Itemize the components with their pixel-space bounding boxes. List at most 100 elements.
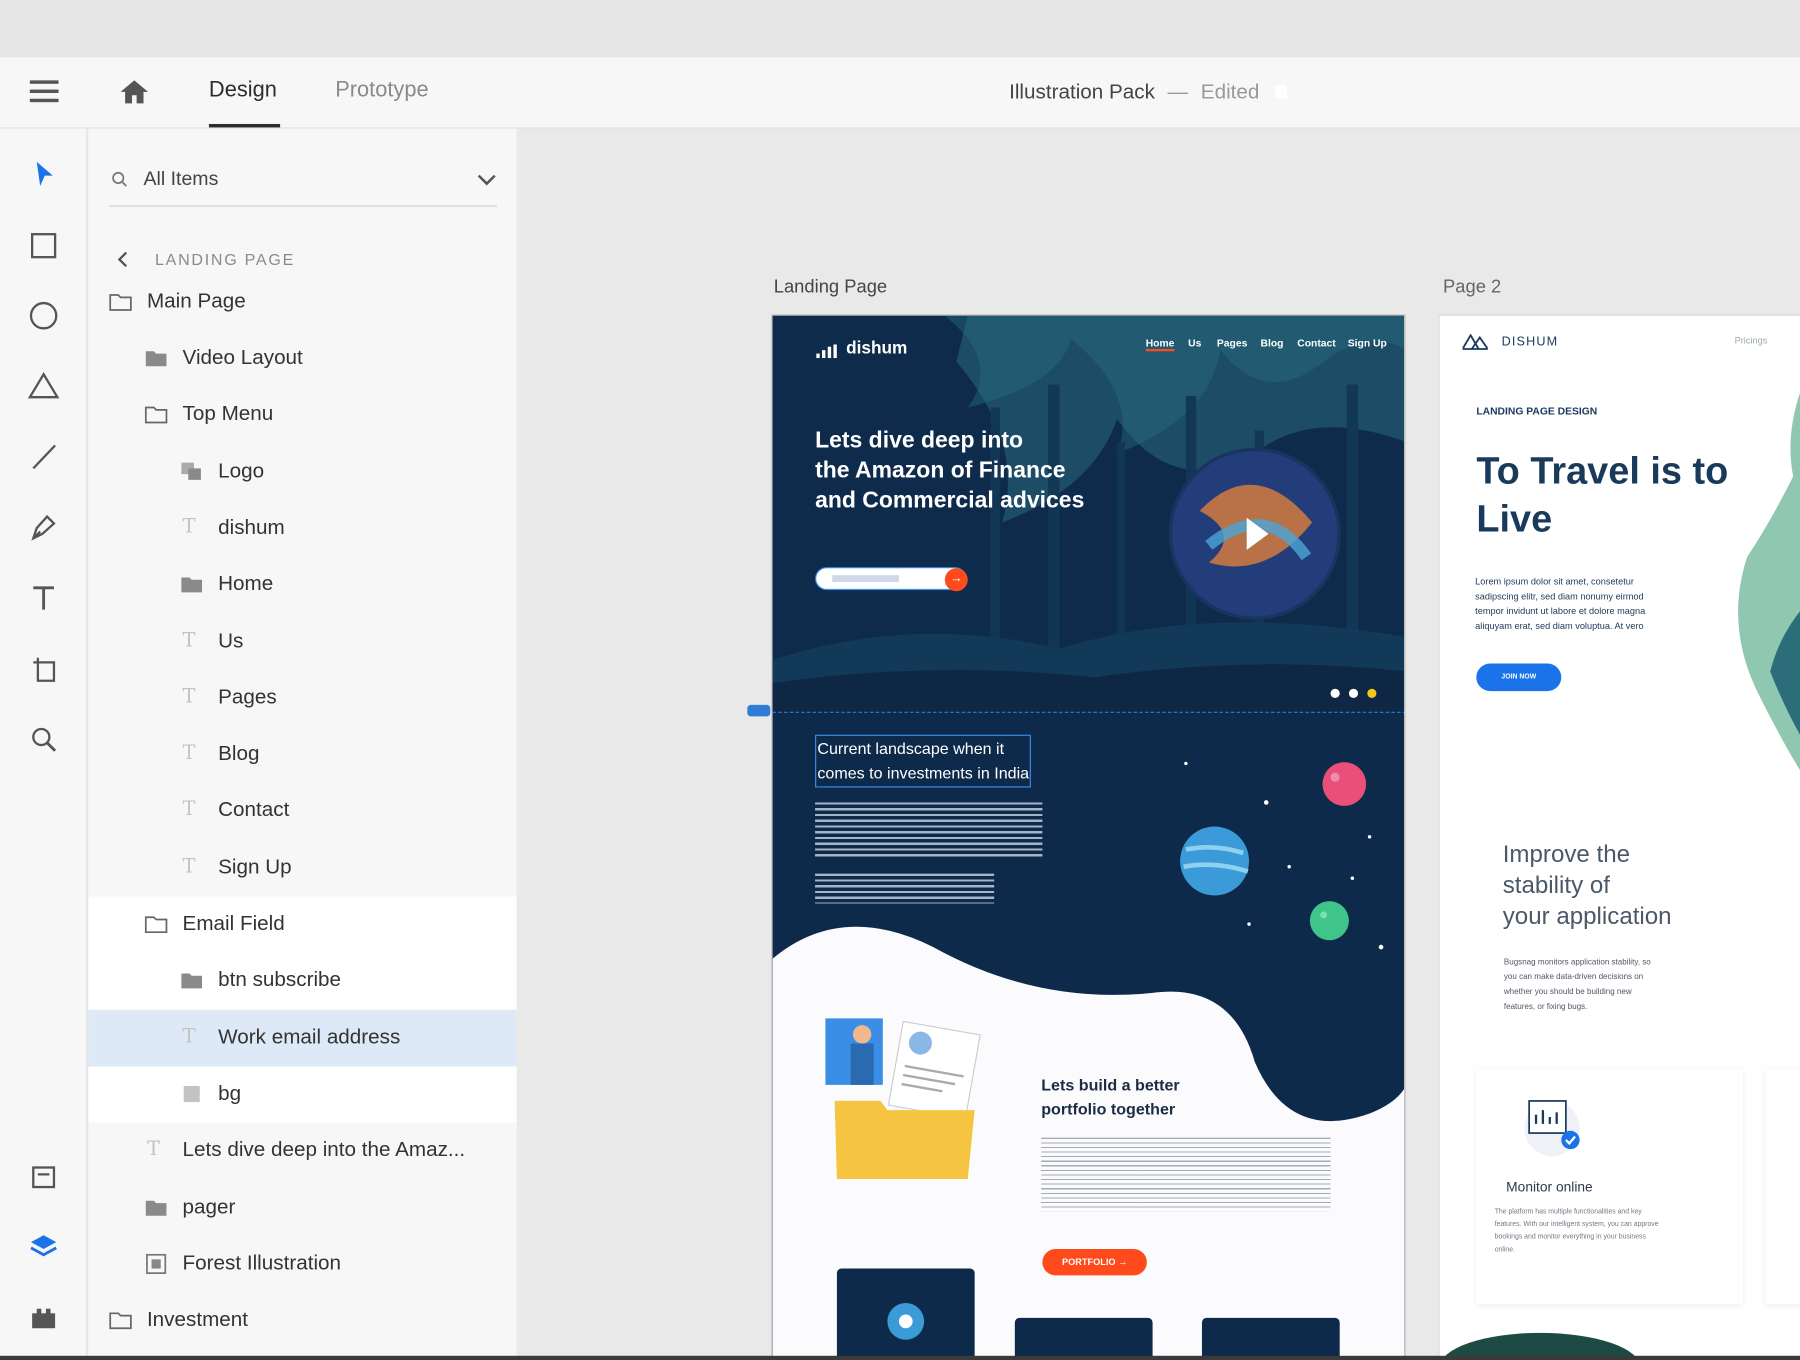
layer-label: Contact — [218, 797, 290, 821]
layer-row[interactable]: bg — [88, 1066, 517, 1123]
layer-label: Main Page — [146, 289, 246, 313]
layer-row[interactable]: pager — [88, 1180, 516, 1236]
section-title: Current landscape when it comes to inves… — [815, 734, 1032, 788]
layer-row[interactable]: Investment — [88, 1293, 516, 1349]
chevron-down-icon[interactable] — [476, 171, 497, 187]
pen-icon[interactable] — [25, 509, 62, 546]
layer-row[interactable]: T Blog — [88, 727, 516, 783]
folder-filled-icon — [145, 348, 168, 369]
zoom-icon[interactable] — [25, 721, 62, 758]
layer-row[interactable]: T Lets dive deep into the Amaz... — [88, 1123, 516, 1179]
select-icon[interactable] — [25, 156, 62, 193]
brand-name: DISHUM — [1501, 335, 1559, 349]
document-status: Edited — [1200, 80, 1260, 104]
layer-row[interactable]: Top Menu — [88, 387, 516, 443]
layer-row[interactable]: Video Layout — [88, 331, 516, 387]
layer-row[interactable]: T Contact — [88, 783, 516, 839]
layer-label: Home — [218, 571, 274, 595]
search-icon — [111, 171, 127, 187]
folder-outline-icon — [109, 292, 132, 313]
artboard-page-2[interactable]: DISHUM Pricings LANDING PAGE DESIGN To T… — [1438, 314, 1800, 1360]
hero-title: Lets dive deep into the Amazon of Financ… — [815, 426, 1084, 516]
card-body-line: online. — [1494, 1246, 1516, 1254]
hero-body-line: Lorem ipsum dolor sit amet, consetetur — [1475, 576, 1634, 587]
layer-row[interactable]: Email Field — [88, 896, 517, 953]
folder-outline-icon — [109, 1310, 132, 1331]
layer-filter[interactable]: All Items — [109, 161, 498, 207]
rectangle-layer-icon — [180, 1084, 203, 1105]
os-title-bar — [0, 0, 1800, 58]
status-dot-icon — [1275, 84, 1287, 99]
layer-row[interactable]: Forest Illustration — [88, 1236, 516, 1292]
layer-row[interactable]: Home — [88, 557, 516, 613]
text-layer-icon: T — [182, 797, 196, 821]
card-body-line: The platform has multiple functionalitie… — [1494, 1208, 1642, 1216]
hero-body-line: aliquyam erat, sed diam voluptua. At ver… — [1475, 621, 1644, 632]
nav-item-contact: Contact — [1297, 337, 1336, 349]
image-layer-icon — [145, 1253, 168, 1275]
plugins-icon[interactable] — [25, 1300, 62, 1337]
feature-body-line: Bugsnag monitors application stability, … — [1503, 958, 1651, 967]
nav-item-home: Home — [1145, 338, 1175, 352]
layer-label: Investment — [146, 1307, 249, 1331]
layer-label: Email Field — [182, 911, 285, 935]
layers-icon[interactable] — [25, 1228, 62, 1265]
brand-name: dishum — [846, 338, 908, 359]
hero-title-line: the Amazon of Finance — [815, 458, 1066, 484]
ellipse-icon[interactable] — [25, 297, 62, 334]
tab-prototype[interactable]: Prototype — [335, 78, 428, 103]
brand-logo-icon — [816, 343, 837, 359]
layer-row[interactable]: T Us — [88, 614, 516, 670]
assets-icon[interactable] — [25, 1158, 62, 1195]
eyebrow: LANDING PAGE DESIGN — [1476, 405, 1598, 417]
back-chevron-icon[interactable] — [116, 250, 130, 268]
nav-item-pages: Pages — [1216, 337, 1248, 349]
nav-pricings: Pricings — [1734, 335, 1768, 346]
text-layer-icon: T — [182, 515, 196, 539]
layer-row[interactable]: Tdishum — [88, 501, 516, 557]
app-header: Design Prototype Illustration Pack — Edi… — [0, 57, 1800, 129]
layer-label: Logo — [218, 459, 265, 483]
artboard-icon[interactable] — [25, 650, 62, 687]
layer-row[interactable]: btn subscribe — [88, 952, 517, 1010]
layer-row[interactable]: Main Page — [88, 274, 516, 330]
layer-label: btn subscribe — [218, 967, 342, 991]
artboard-label-page2[interactable]: Page 2 — [1443, 278, 1501, 299]
text-layer-icon: T — [182, 685, 196, 709]
folder-outline-icon — [144, 914, 168, 935]
layer-row[interactable]: T Pages — [88, 670, 516, 726]
feature-body-line: features, or fixing bugs. — [1503, 1003, 1588, 1012]
portfolio-illustration — [825, 1018, 981, 1179]
layer-label: dishum — [218, 515, 285, 539]
text-icon[interactable] — [25, 580, 62, 617]
triangle-icon[interactable] — [25, 367, 62, 404]
nav-item-us: Us — [1188, 337, 1202, 349]
artboard-label-landing[interactable]: Landing Page — [774, 278, 887, 299]
card-body-line: features. With our intelligent system, y… — [1494, 1221, 1659, 1229]
portfolio-button: PORTFOLIO → — [1042, 1249, 1147, 1276]
hamburger-menu-icon[interactable] — [29, 80, 59, 103]
monitor-icon — [1518, 1089, 1587, 1158]
layer-label: Work email address — [218, 1025, 401, 1049]
portfolio-paragraph — [1041, 1137, 1331, 1212]
rectangle-icon[interactable] — [25, 227, 62, 264]
work-email-address — [832, 575, 899, 583]
layers-panel: All Items LANDING PAGE Main Page Video La… — [88, 128, 517, 1360]
document-title[interactable]: Illustration Pack — [1009, 80, 1155, 104]
layer-row[interactable]: T Work email address — [88, 1010, 517, 1067]
line-icon[interactable] — [25, 439, 62, 476]
filter-value: All Items — [143, 167, 219, 190]
selection-handle[interactable] — [747, 704, 771, 717]
btn-subscribe: → — [944, 568, 968, 592]
layer-row[interactable]: Logo — [88, 444, 516, 500]
tab-design[interactable]: Design — [209, 78, 277, 103]
title-separator: — — [1167, 80, 1189, 104]
active-tab-indicator — [208, 123, 281, 128]
hero-body-line: sadipscing elitr, sed diam nonumy eirmod — [1475, 591, 1644, 602]
group-icon — [180, 461, 203, 482]
home-icon[interactable] — [119, 78, 149, 106]
layer-row[interactable]: T Sign Up — [88, 840, 516, 896]
artboard-landing-page[interactable]: dishum Home Us Pages Blog Contact Sign Up Let… — [771, 314, 1406, 1360]
portfolio-title: Lets build a better portfolio together — [1041, 1073, 1179, 1121]
design-canvas[interactable]: Landing Page Page 2 dishum Home Us Pages… — [517, 128, 1800, 1360]
